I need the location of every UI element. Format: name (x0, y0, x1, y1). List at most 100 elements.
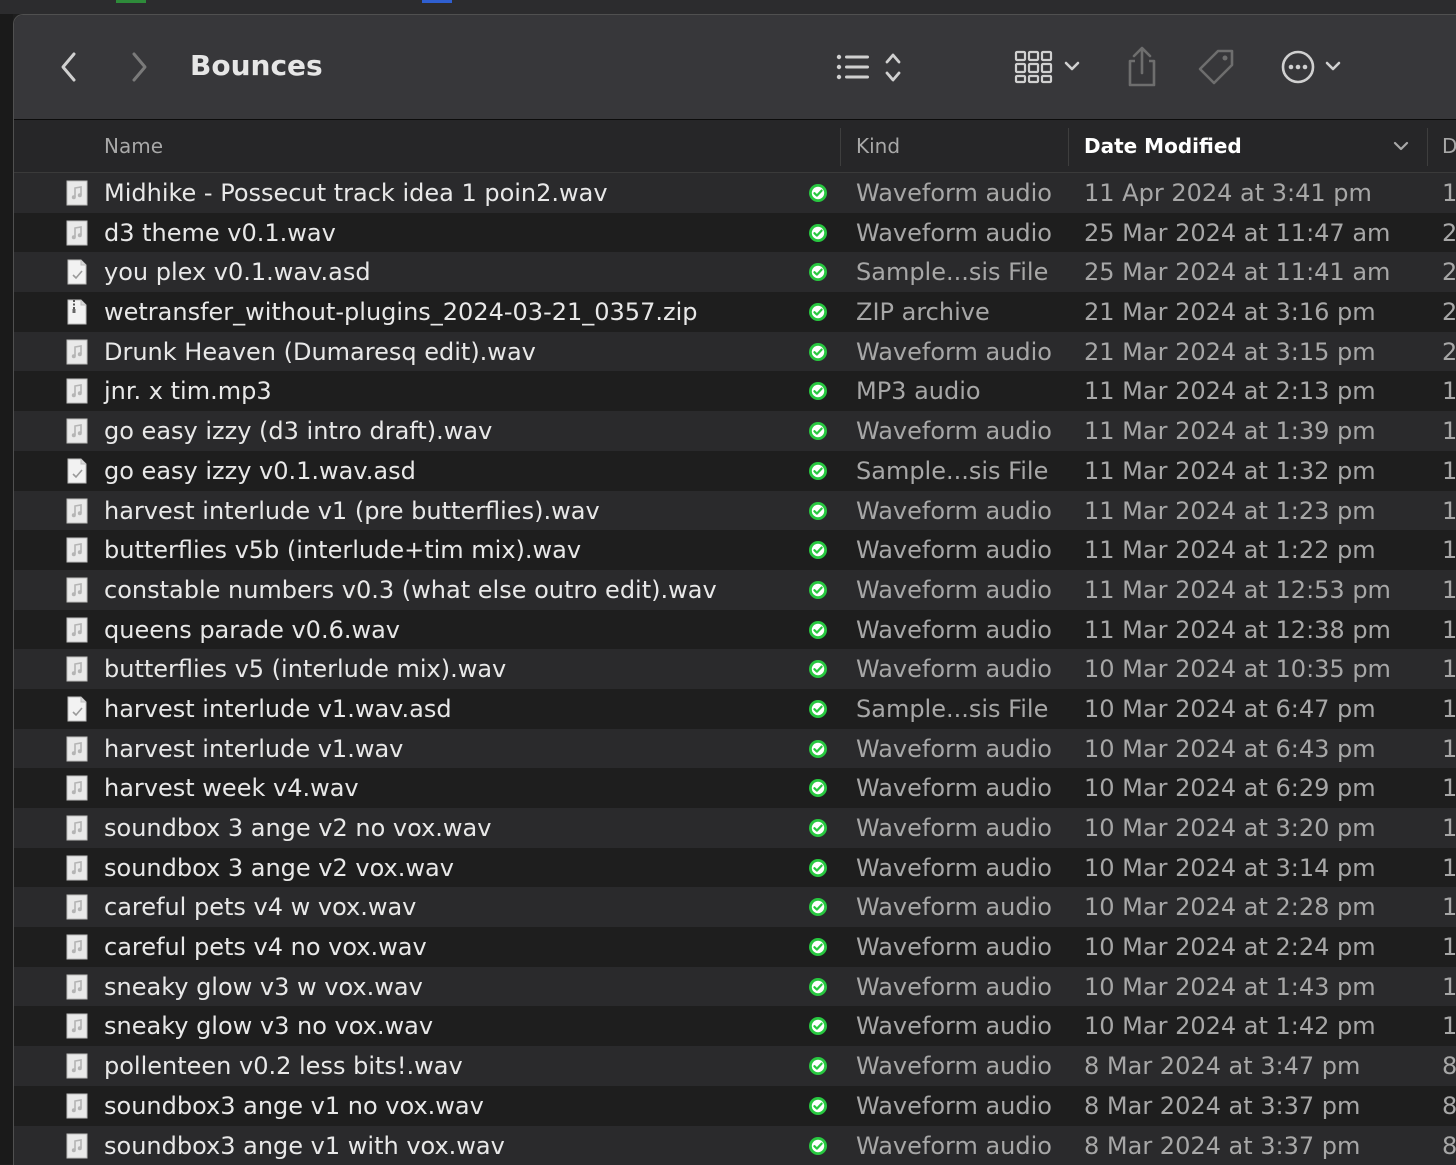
file-row[interactable]: soundbox3 ange v1 no vox.wav Waveform aud… (14, 1086, 1456, 1126)
column-divider[interactable] (1068, 128, 1069, 166)
synced-check-icon (808, 937, 828, 957)
file-row[interactable]: sneaky glow v3 no vox.wavWaveform audio1… (14, 1006, 1456, 1046)
audio-file-icon (64, 934, 90, 960)
file-name[interactable]: queens parade v0.6.wav (104, 616, 400, 644)
file-name[interactable]: butterflies v5b (interlude+tim mix).wav (104, 536, 581, 564)
file-row[interactable]: go easy izzy (d3 intro draft).wavWavefor… (14, 411, 1456, 451)
file-name[interactable]: d3 theme v0.1.wav (104, 219, 336, 247)
file-name[interactable]: harvest interlude v1.wav (104, 735, 403, 763)
file-date-modified: 10 Mar 2024 at 1:43 pm (1084, 973, 1376, 1001)
view-options-button[interactable] (832, 47, 912, 87)
file-next-column-value: 1 (1442, 774, 1456, 802)
file-name[interactable]: harvest interlude v1.wav.asd (104, 695, 452, 723)
file-name[interactable]: harvest interlude v1 (pre butterflies).w… (104, 497, 600, 525)
synced-check-icon (808, 858, 828, 878)
file-name[interactable]: pollenteen v0.2 less bits!.wav (104, 1052, 463, 1080)
file-row[interactable]: harvest interlude v1.wav.asdSample...sis… (14, 689, 1456, 729)
file-name[interactable]: Drunk Heaven (Dumaresq edit).wav (104, 338, 536, 366)
file-next-column-value: 1 (1442, 814, 1456, 842)
file-row[interactable]: jnr. x tim.mp3MP3 audio11 Mar 2024 at 2:… (14, 371, 1456, 411)
file-row[interactable]: harvest interlude v1 (pre butterflies).w… (14, 491, 1456, 531)
finder-window: Bounces (13, 14, 1456, 1165)
file-row[interactable]: soundbox3 ange v1 with vox.wavWaveform a… (14, 1126, 1456, 1165)
forward-button[interactable] (124, 49, 154, 85)
back-button[interactable] (54, 49, 84, 85)
file-name[interactable]: careful pets v4 no vox.wav (104, 933, 427, 961)
file-next-column-value: 2 (1442, 298, 1456, 326)
document-icon (64, 696, 90, 722)
file-row[interactable]: soundbox 3 ange v2 vox.wavWaveform audio… (14, 848, 1456, 888)
file-kind: Waveform audio (856, 735, 1052, 763)
audio-file-icon (64, 498, 90, 524)
file-row[interactable]: harvest interlude v1.wav Waveform audio 10… (14, 729, 1456, 769)
file-name[interactable]: careful pets v4 w vox.wav (104, 893, 416, 921)
file-date-modified: 10 Mar 2024 at 3:20 pm (1084, 814, 1376, 842)
column-kind-header[interactable]: Kind (856, 134, 900, 158)
file-kind: Waveform audio (856, 1052, 1052, 1080)
audio-file-icon (64, 577, 90, 603)
file-name[interactable]: soundbox 3 ange v2 vox.wav (104, 854, 454, 882)
file-row[interactable]: careful pets v4 w vox.wavWaveform audio1… (14, 887, 1456, 927)
column-header: Name Kind Date Modified D (14, 120, 1456, 173)
share-button-visual[interactable] (1122, 45, 1162, 89)
file-row[interactable]: Midhike - Possecut track idea 1 poin2.wa… (14, 173, 1456, 213)
file-name[interactable]: butterflies v5 (interlude mix).wav (104, 655, 506, 683)
file-row[interactable]: sneaky glow v3 w vox.wavWaveform audio10… (14, 967, 1456, 1007)
file-row[interactable]: d3 theme v0.1.wavWaveform audio25 Mar 20… (14, 213, 1456, 253)
file-date-modified: 10 Mar 2024 at 6:47 pm (1084, 695, 1376, 723)
synced-check-icon (808, 342, 828, 362)
more-actions-button[interactable] (1278, 47, 1348, 87)
file-kind: Waveform audio (856, 655, 1052, 683)
file-name[interactable]: go easy izzy (d3 intro draft).wav (104, 417, 492, 445)
file-kind: Waveform audio (856, 774, 1052, 802)
file-row[interactable]: butterflies v5 (interlude mix).wav Wavefo… (14, 649, 1456, 689)
file-row[interactable]: butterflies v5b (interlude+tim mix).wavW… (14, 530, 1456, 570)
file-name[interactable]: harvest week v4.wav (104, 774, 359, 802)
file-row[interactable]: wetransfer_without-plugins_2024-03-21_03… (14, 292, 1456, 332)
column-name-header[interactable]: Name (104, 134, 163, 158)
file-row[interactable]: Drunk Heaven (Dumaresq edit).wav Waveform… (14, 332, 1456, 372)
file-row[interactable]: soundbox 3 ange v2 no vox.wavWaveform au… (14, 808, 1456, 848)
file-date-modified: 10 Mar 2024 at 2:28 pm (1084, 893, 1376, 921)
file-kind: Waveform audio (856, 1092, 1052, 1120)
tag-button[interactable] (1194, 47, 1238, 87)
file-name[interactable]: soundbox3 ange v1 with vox.wav (104, 1132, 505, 1160)
file-next-column-value: 8 (1442, 1052, 1456, 1080)
file-row[interactable]: queens parade v0.6.wavWaveform audio11 M… (14, 610, 1456, 650)
tag-icon (1194, 47, 1238, 87)
file-name[interactable]: Midhike - Possecut track idea 1 poin2.wa… (104, 179, 608, 207)
file-row[interactable]: careful pets v4 no vox.wavWaveform audio… (14, 927, 1456, 967)
column-next-header[interactable]: D (1442, 134, 1456, 158)
file-next-column-value: 2 (1442, 219, 1456, 247)
file-name[interactable]: you plex v0.1.wav.asd (104, 258, 371, 286)
file-name[interactable]: jnr. x tim.mp3 (104, 377, 272, 405)
audio-file-icon (64, 855, 90, 881)
file-row[interactable]: you plex v0.1.wav.asdSample...sis File25… (14, 252, 1456, 292)
file-row[interactable]: harvest week v4.wavWaveform audio10 Mar … (14, 768, 1456, 808)
file-kind: Waveform audio (856, 576, 1052, 604)
group-button[interactable] (1010, 47, 1088, 87)
column-date-modified-header[interactable]: Date Modified (1084, 134, 1242, 158)
synced-check-icon (808, 223, 828, 243)
column-divider[interactable] (1427, 128, 1428, 166)
file-name[interactable]: wetransfer_without-plugins_2024-03-21_03… (104, 298, 697, 326)
file-row[interactable]: constable numbers v0.3 (what else outro … (14, 570, 1456, 610)
file-name[interactable]: soundbox 3 ange v2 no vox.wav (104, 814, 491, 842)
file-row[interactable]: pollenteen v0.2 less bits!.wav Waveform a… (14, 1046, 1456, 1086)
sort-descending-icon[interactable] (1392, 140, 1410, 152)
synced-check-icon (808, 1096, 828, 1116)
file-kind: Waveform audio (856, 179, 1052, 207)
file-name[interactable]: sneaky glow v3 w vox.wav (104, 973, 423, 1001)
file-date-modified: 10 Mar 2024 at 6:43 pm (1084, 735, 1376, 763)
file-name[interactable]: go easy izzy v0.1.wav.asd (104, 457, 416, 485)
file-name[interactable]: sneaky glow v3 no vox.wav (104, 1012, 433, 1040)
file-kind: Waveform audio (856, 338, 1052, 366)
file-date-modified: 21 Mar 2024 at 3:16 pm (1084, 298, 1376, 326)
file-date-modified: 11 Mar 2024 at 1:39 pm (1084, 417, 1376, 445)
file-row[interactable]: go easy izzy v0.1.wav.asdSample...sis Fi… (14, 451, 1456, 491)
file-kind: ZIP archive (856, 298, 990, 326)
synced-check-icon (808, 540, 828, 560)
file-name[interactable]: constable numbers v0.3 (what else outro … (104, 576, 717, 604)
file-name[interactable]: soundbox3 ange v1 no vox.wav (104, 1092, 484, 1120)
column-divider[interactable] (840, 128, 841, 166)
